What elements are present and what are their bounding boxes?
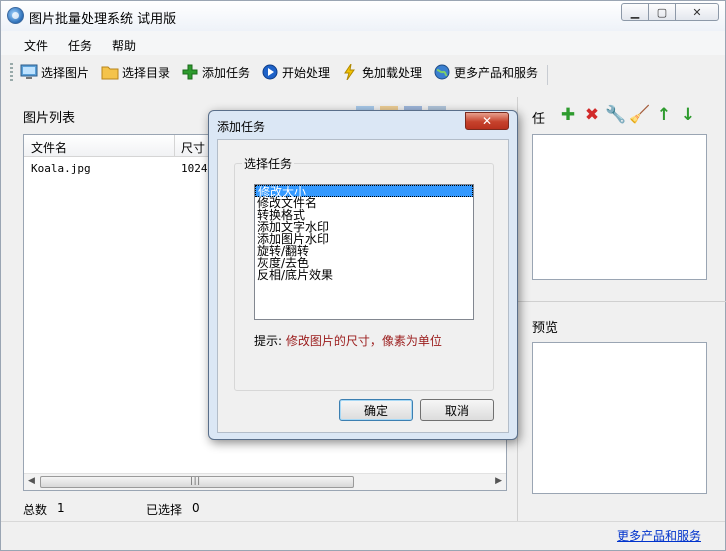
total-value: 1 <box>57 501 65 515</box>
select-folder-button[interactable]: 选择目录 <box>101 63 170 81</box>
tasks-label: 任 <box>532 112 546 127</box>
preview-box <box>532 342 707 494</box>
title-bar[interactable]: 图片批量处理系统 试用版 ▁ ▢ ✕ <box>1 1 725 31</box>
no-load-label: 免加载处理 <box>362 65 423 80</box>
hint-text: 修改图片的尺寸，像素为单位 <box>285 334 442 348</box>
toolbar-grip[interactable] <box>10 63 13 81</box>
group-title: 选择任务 <box>242 155 295 172</box>
app-icon <box>7 7 24 24</box>
toolbar-separator <box>547 65 548 85</box>
lightning-icon <box>341 64 359 80</box>
start-button[interactable]: 开始处理 <box>261 63 330 81</box>
cancel-button[interactable]: 取消 <box>420 399 494 421</box>
scroll-right-icon[interactable]: ▶ <box>495 476 502 486</box>
dialog-close-button[interactable]: ✕ <box>465 112 509 130</box>
plus-icon <box>181 64 199 80</box>
maximize-button[interactable]: ▢ <box>648 3 676 21</box>
wrench-icon[interactable]: 🔧 <box>605 105 626 125</box>
scroll-left-icon[interactable]: ◀ <box>28 476 35 486</box>
selected-value: 0 <box>192 501 200 515</box>
play-icon <box>261 64 279 80</box>
menu-file[interactable]: 文件 <box>24 37 48 54</box>
add-task-dialog: 添加任务 ✕ 选择任务 修改大小 修改文件名 转换格式 添加文字水印 添加图片水… <box>208 110 518 440</box>
more-products-label: 更多产品和服务 <box>454 65 539 80</box>
hint-prefix: 提示: <box>254 334 283 348</box>
menu-task[interactable]: 任务 <box>68 37 92 54</box>
task-hint: 提示: 修改图片的尺寸，像素为单位 <box>254 332 442 349</box>
menu-bar: 文件 任务 帮助 <box>1 31 725 55</box>
globe-icon <box>433 64 451 80</box>
arrow-up-icon[interactable]: ↑ <box>654 105 674 125</box>
menu-help[interactable]: 帮助 <box>112 37 136 54</box>
folder-icon <box>101 64 119 80</box>
horizontal-splitter[interactable] <box>517 301 726 302</box>
select-images-label: 选择图片 <box>41 65 90 80</box>
broom-icon[interactable]: 🧹 <box>629 105 650 125</box>
total-label: 总数 <box>23 503 48 517</box>
delete-icon[interactable]: ✖ <box>582 105 602 125</box>
minimize-button[interactable]: ▁ <box>621 3 649 21</box>
add-task-label: 添加任务 <box>202 65 251 80</box>
select-images-button[interactable]: 选择图片 <box>20 63 89 81</box>
start-label: 开始处理 <box>282 65 331 80</box>
no-load-button[interactable]: 免加载处理 <box>341 63 422 81</box>
close-icon: ✕ <box>692 5 702 19</box>
window-title: 图片批量处理系统 试用版 <box>29 12 177 27</box>
more-products-button[interactable]: 更多产品和服务 <box>433 63 538 81</box>
preview-label: 预览 <box>532 321 559 336</box>
arrow-down-icon[interactable]: ↓ <box>678 105 698 125</box>
row-filename: Koala.jpg <box>31 162 91 175</box>
column-size[interactable]: 尺寸 <box>181 139 205 156</box>
more-products-link[interactable]: 更多产品和服务 <box>617 527 701 544</box>
minimize-icon: ▁ <box>630 5 640 19</box>
horizontal-scrollbar[interactable]: ◀ ||| ▶ <box>24 473 506 490</box>
task-toolbar: ✚ ✖ 🔧 🧹 ↑ ↓ <box>558 105 698 125</box>
add-task-button[interactable]: 添加任务 <box>181 63 250 81</box>
task-list-box[interactable] <box>532 134 707 280</box>
maximize-icon: ▢ <box>656 5 668 19</box>
close-button[interactable]: ✕ <box>675 3 719 21</box>
selected-label: 已选择 <box>146 503 183 517</box>
close-icon: ✕ <box>481 114 493 128</box>
toolbar: 选择图片 选择目录 添加任务 开始处理 免加载处理 更多产品和服务 <box>1 57 725 87</box>
select-folder-label: 选择目录 <box>122 65 171 80</box>
row-size: 1024 <box>181 162 208 175</box>
task-listbox[interactable]: 修改大小 修改文件名 转换格式 添加文字水印 添加图片水印 旋转/翻转 灰度/去… <box>254 184 474 320</box>
monitor-icon <box>20 64 38 80</box>
ok-button[interactable]: 确定 <box>339 399 413 421</box>
scroll-grip-icon: ||| <box>190 476 202 485</box>
add-task-icon[interactable]: ✚ <box>558 105 578 125</box>
dialog-body: 选择任务 修改大小 修改文件名 转换格式 添加文字水印 添加图片水印 旋转/翻转… <box>217 139 509 433</box>
image-list-label: 图片列表 <box>23 111 76 126</box>
status-bar: 更多产品和服务 <box>1 521 725 551</box>
task-option[interactable]: 反相/底片效果 <box>255 269 473 281</box>
column-filename[interactable]: 文件名 <box>31 139 67 156</box>
dialog-title: 添加任务 <box>217 120 266 134</box>
